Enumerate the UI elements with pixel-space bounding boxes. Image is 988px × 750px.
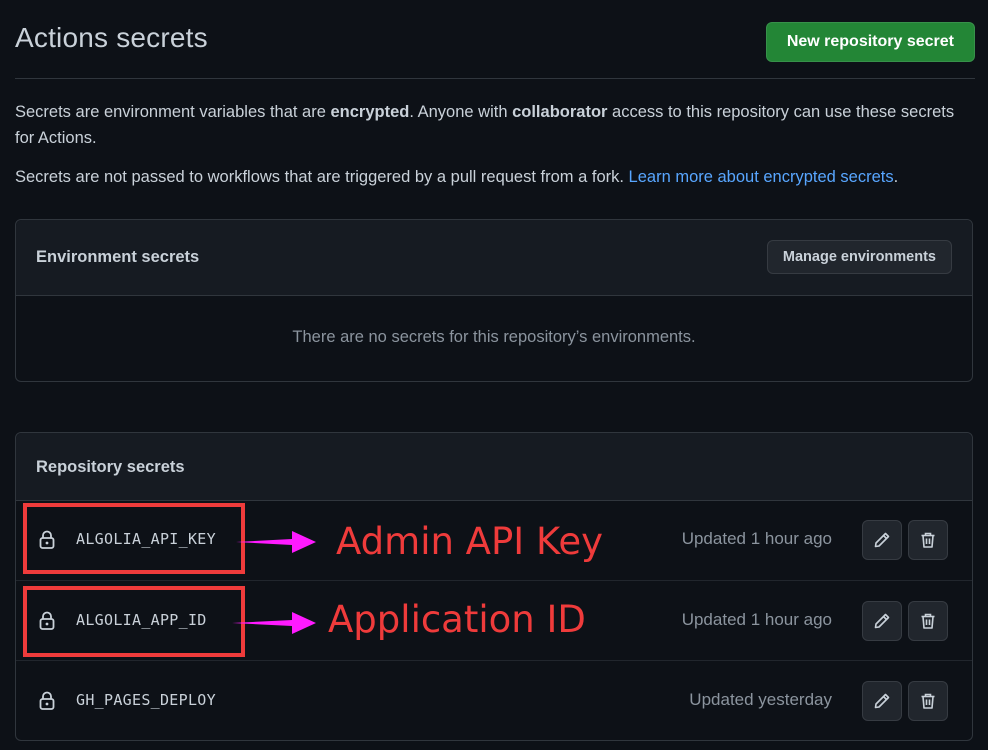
learn-more-link[interactable]: Learn more about encrypted secrets (629, 168, 894, 186)
pencil-icon (874, 613, 890, 629)
fork-note-end: . (893, 168, 899, 186)
trash-icon (921, 693, 935, 709)
fork-note: Secrets are not passed to workflows that… (15, 164, 965, 190)
annotation-label: Application ID (328, 598, 586, 641)
description-bold-encrypted: encrypted (330, 103, 410, 121)
environment-secrets-header: Environment secrets Manage environments (16, 220, 972, 296)
description-bold-collaborator: collaborator (512, 103, 608, 121)
edit-secret-button[interactable] (862, 601, 902, 641)
secrets-description: Secrets are environment variables that a… (15, 99, 965, 151)
repository-secrets-title: Repository secrets (36, 458, 185, 476)
delete-secret-button[interactable] (908, 681, 948, 721)
secret-updated: Updated 1 hour ago (681, 610, 832, 629)
lock-icon (39, 530, 55, 549)
annotation-label: Admin API Key (336, 520, 604, 563)
delete-secret-button[interactable] (908, 520, 948, 560)
environment-secrets-box: Environment secrets Manage environments … (15, 219, 973, 382)
secret-name: ALGOLIA_API_KEY (76, 530, 216, 548)
edit-secret-button[interactable] (862, 520, 902, 560)
page-header: Actions secrets New repository secret (15, 0, 975, 79)
environment-secrets-empty-message: There are no secrets for this repository… (292, 328, 696, 346)
pencil-icon (874, 532, 890, 548)
trash-icon (921, 532, 935, 548)
secret-updated: Updated 1 hour ago (681, 529, 832, 548)
description-text: . Anyone with (409, 103, 513, 121)
lock-icon (39, 691, 55, 710)
pencil-icon (874, 693, 890, 709)
manage-environments-button[interactable]: Manage environments (766, 240, 952, 274)
repository-secrets-box: Repository secrets ALGOLIA_API_KEY Updat… (15, 432, 973, 741)
delete-secret-button[interactable] (908, 601, 948, 641)
lock-icon (39, 611, 55, 630)
actions-secrets-page: Actions secrets New repository secret Se… (0, 0, 988, 750)
trash-icon (921, 613, 935, 629)
secret-name: GH_PAGES_DEPLOY (76, 691, 216, 709)
description-text: Secrets are environment variables that a… (15, 103, 331, 121)
secret-name: ALGOLIA_APP_ID (76, 611, 207, 629)
environment-secrets-title: Environment secrets (36, 248, 200, 266)
edit-secret-button[interactable] (862, 681, 902, 721)
secret-updated: Updated yesterday (689, 690, 832, 709)
fork-note-text: Secrets are not passed to workflows that… (15, 168, 629, 186)
repository-secrets-header: Repository secrets (16, 433, 972, 501)
new-repository-secret-button[interactable]: New repository secret (765, 22, 975, 62)
page-title: Actions secrets (15, 22, 208, 53)
secret-row: GH_PAGES_DEPLOY Updated yesterday (16, 660, 972, 740)
